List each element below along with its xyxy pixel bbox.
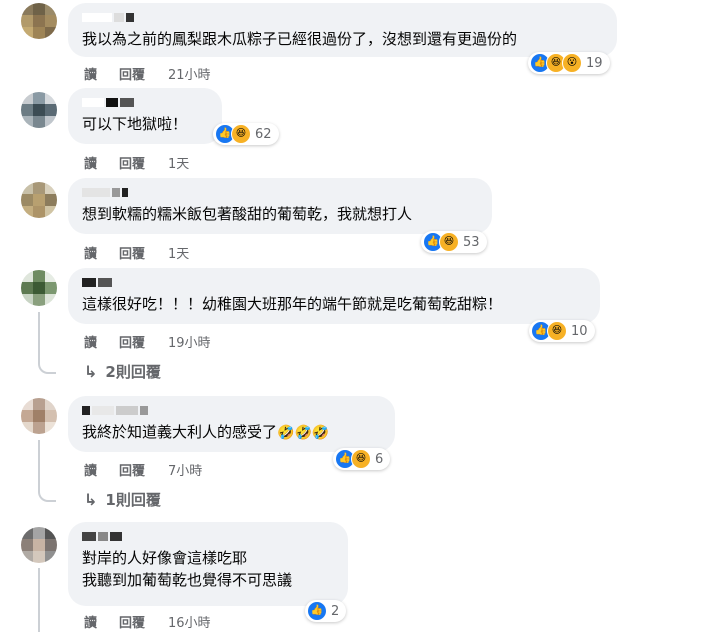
reply-button[interactable]: 回覆 [119, 153, 168, 172]
author-name[interactable] [82, 404, 381, 417]
comment-text: 想到軟糯的糯米飯包著酸甜的葡萄乾，我就想打人 [82, 205, 413, 223]
author-name[interactable] [82, 530, 334, 543]
comment-text: 這樣很好吃！！！幼稚園大班那年的端午節就是吃葡萄乾甜粽！ [82, 295, 503, 313]
comment-text-line-1: 對岸的人好像會這樣吃耶 [82, 549, 248, 567]
comment-actions: 讀 回覆 1天 [84, 243, 189, 262]
reaction-count: 6 [375, 451, 384, 467]
comment-actions: 讀 回覆 16小時 [84, 612, 211, 631]
timestamp[interactable]: 19小時 [168, 332, 211, 351]
replies-count-label: 2則回覆 [105, 363, 161, 381]
reply-arrow-icon: ↳ [84, 490, 98, 509]
reaction-count: 53 [463, 234, 480, 250]
avatar[interactable] [21, 92, 57, 128]
comment-actions: 讀 回覆 7小時 [84, 460, 202, 479]
timestamp[interactable]: 16小時 [168, 612, 211, 631]
reply-button[interactable]: 回覆 [119, 332, 168, 351]
reaction-summary[interactable]: 👍 😆 53 [421, 231, 487, 253]
comment-bubble: 我以為之前的鳳梨跟木瓜粽子已經很過份了，沒想到還有更過份的 [68, 3, 617, 57]
reaction-summary[interactable]: 👍 😆 6 [333, 448, 391, 470]
haha-icon: 😆 [439, 232, 459, 252]
view-replies-link[interactable]: ↳ 2則回覆 [84, 361, 161, 382]
reaction-count: 2 [331, 603, 340, 619]
rofl-emoji: 🤣🤣🤣 [277, 425, 330, 441]
comment-bubble: 對岸的人好像會這樣吃耶 我聽到加葡萄乾也覺得不可思議 [68, 522, 348, 606]
thread-connector [38, 360, 56, 374]
reaction-count: 19 [586, 55, 603, 71]
thread-line [38, 440, 40, 490]
comment-text: 我終於知道義大利人的感受了🤣🤣🤣 [82, 423, 330, 441]
comment-actions: 讀 回覆 1天 [84, 153, 189, 172]
timestamp[interactable]: 1天 [168, 243, 189, 262]
comment-text: 我以為之前的鳳梨跟木瓜粽子已經很過份了，沒想到還有更過份的 [82, 30, 518, 48]
comment-bubble: 我終於知道義大利人的感受了🤣🤣🤣 [68, 396, 395, 452]
reaction-count: 10 [571, 323, 588, 339]
timestamp[interactable]: 1天 [168, 153, 189, 172]
reaction-count: 62 [255, 126, 272, 142]
author-name[interactable] [82, 186, 478, 199]
comment-actions: 讀 回覆 19小時 [84, 332, 211, 351]
thread-connector [38, 488, 56, 502]
reaction-summary[interactable]: 👍 😆 😮 19 [528, 52, 610, 74]
reply-button[interactable]: 回覆 [119, 460, 168, 479]
like-button[interactable]: 讀 [84, 460, 119, 479]
haha-icon: 😆 [231, 124, 251, 144]
reply-arrow-icon: ↳ [84, 362, 98, 381]
comment-text-line-2: 我聽到加葡萄乾也覺得不可思議 [82, 571, 293, 589]
author-name[interactable] [82, 96, 208, 109]
author-name[interactable] [82, 11, 603, 24]
reply-button[interactable]: 回覆 [119, 612, 168, 631]
author-name[interactable] [82, 276, 586, 289]
like-button[interactable]: 讀 [84, 332, 119, 351]
like-button[interactable]: 讀 [84, 243, 119, 262]
timestamp[interactable]: 21小時 [168, 64, 211, 83]
comment-bubble: 可以下地獄啦！ [68, 88, 222, 144]
like-button[interactable]: 讀 [84, 612, 119, 631]
like-button[interactable]: 讀 [84, 153, 119, 172]
reaction-summary[interactable]: 👍 😆 10 [529, 320, 595, 342]
avatar[interactable] [21, 527, 57, 563]
thread-line [38, 312, 40, 362]
haha-icon: 😆 [547, 321, 567, 341]
wow-icon: 😮 [562, 53, 582, 73]
avatar[interactable] [21, 398, 57, 434]
avatar[interactable] [21, 3, 57, 39]
thread-line [38, 568, 40, 632]
reply-button[interactable]: 回覆 [119, 64, 168, 83]
reply-button[interactable]: 回覆 [119, 243, 168, 262]
comment-text: 可以下地獄啦！ [82, 115, 188, 133]
reaction-summary[interactable]: 👍 2 [305, 600, 347, 622]
replies-count-label: 1則回覆 [105, 491, 161, 509]
like-icon: 👍 [307, 601, 327, 621]
avatar[interactable] [21, 270, 57, 306]
avatar[interactable] [21, 182, 57, 218]
comment-actions: 讀 回覆 21小時 [84, 64, 211, 83]
haha-icon: 😆 [351, 449, 371, 469]
like-button[interactable]: 讀 [84, 64, 119, 83]
reaction-summary[interactable]: 👍 😆 62 [213, 123, 279, 145]
comment-bubble: 這樣很好吃！！！幼稚園大班那年的端午節就是吃葡萄乾甜粽！ [68, 268, 600, 324]
timestamp[interactable]: 7小時 [168, 460, 202, 479]
view-replies-link[interactable]: ↳ 1則回覆 [84, 489, 161, 510]
comment-bubble: 想到軟糯的糯米飯包著酸甜的葡萄乾，我就想打人 [68, 178, 492, 234]
